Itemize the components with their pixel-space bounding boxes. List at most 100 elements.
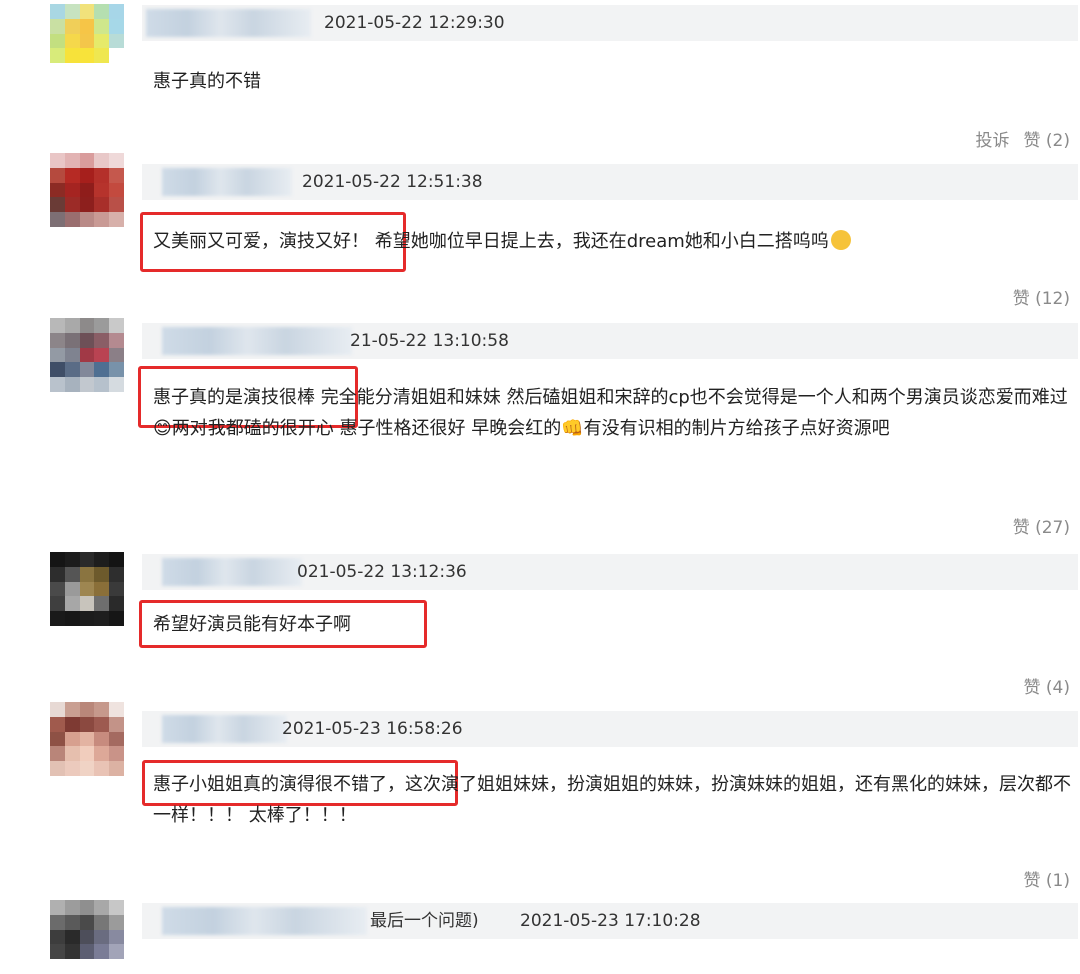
avatar-pixel xyxy=(50,48,65,64)
avatar[interactable] xyxy=(50,4,124,78)
avatar-pixel xyxy=(64,731,80,747)
comment-text: 又美丽又可爱，演技又好！ 希望她咖位早日提上去，我还在dream她和小白二搭呜呜 xyxy=(153,226,1073,257)
like-button[interactable]: 赞 (27) xyxy=(1013,518,1070,538)
avatar-pixel xyxy=(94,959,110,974)
comment-text: 希望好演员能有好本子啊 xyxy=(153,609,1073,640)
avatar-pixel xyxy=(109,929,124,945)
avatar-pixel xyxy=(109,731,124,747)
username-blurred[interactable] xyxy=(162,907,367,935)
avatar-pixel xyxy=(109,900,124,915)
like-button[interactable]: 赞 (2) xyxy=(1024,131,1070,151)
avatar-pixel xyxy=(64,611,80,626)
comment-text-body: 希望她咖位早日提上去，我还在dream她和小白二搭呜呜 xyxy=(374,231,829,252)
comment-text: 惠子真的不错 xyxy=(153,66,1073,97)
avatar-pixel xyxy=(50,153,65,168)
avatar-pixel xyxy=(79,552,95,567)
avatar-pixel xyxy=(94,18,110,34)
avatar-pixel xyxy=(64,716,80,732)
avatar-pixel xyxy=(50,959,65,974)
comment-actions: 赞 (4) xyxy=(1024,673,1070,698)
avatar-pixel xyxy=(64,596,80,612)
avatar-pixel xyxy=(79,900,95,915)
crying-emoji-icon xyxy=(830,230,851,250)
comment-text-highlight: 又美丽又可爱，演技又好！ xyxy=(153,231,369,252)
comment-time: 2021-05-23 17:10:28 xyxy=(520,911,701,931)
avatar-pixel xyxy=(64,33,80,49)
avatar-pixel xyxy=(79,761,95,776)
username-blurred[interactable] xyxy=(146,9,311,37)
avatar-pixel xyxy=(50,167,65,183)
avatar-pixel xyxy=(79,167,95,183)
comment-meta: 2021-05-23 16:58:26 xyxy=(142,711,1078,747)
avatar-pixel xyxy=(94,182,110,198)
avatar[interactable] xyxy=(50,900,124,974)
comment-actions: 赞 (12) xyxy=(1013,284,1070,309)
comment-text-highlight: 惠子小姐姐真的演得很不错了， xyxy=(153,774,405,795)
comment-text-highlight: 希望好演员能有好本子啊 xyxy=(153,614,351,635)
avatar-pixel xyxy=(64,182,80,198)
avatar-pixel xyxy=(64,581,80,597)
avatar[interactable] xyxy=(50,702,124,776)
avatar-pixel xyxy=(109,4,124,19)
avatar-pixel xyxy=(94,63,110,78)
username-blurred[interactable] xyxy=(162,558,302,586)
avatar-pixel xyxy=(79,914,95,930)
avatar-pixel xyxy=(64,18,80,34)
avatar-pixel xyxy=(109,167,124,183)
avatar-pixel xyxy=(50,18,65,34)
avatar-pixel xyxy=(94,153,110,168)
avatar-pixel xyxy=(79,48,95,64)
avatar-pixel xyxy=(79,33,95,49)
username-blurred[interactable] xyxy=(162,168,292,196)
avatar-pixel xyxy=(109,596,124,612)
like-button[interactable]: 赞 (4) xyxy=(1024,678,1070,698)
avatar-pixel xyxy=(94,48,110,64)
avatar-pixel xyxy=(79,944,95,960)
avatar-pixel xyxy=(50,929,65,945)
avatar-pixel xyxy=(79,4,95,19)
avatar-pixel xyxy=(64,944,80,960)
username-blurred[interactable] xyxy=(162,715,287,743)
avatar-pixel xyxy=(50,377,65,392)
avatar-pixel xyxy=(50,318,65,333)
avatar-pixel xyxy=(64,332,80,348)
avatar-pixel xyxy=(50,33,65,49)
avatar-pixel xyxy=(50,900,65,915)
avatar-pixel xyxy=(79,63,95,78)
comment-time: 021-05-22 13:12:36 xyxy=(297,562,467,582)
avatar-pixel xyxy=(50,63,65,78)
avatar-pixel xyxy=(94,212,110,227)
comment-meta: 21-05-22 13:10:58 xyxy=(142,323,1078,359)
avatar-pixel xyxy=(109,63,124,78)
avatar-pixel xyxy=(109,48,124,64)
avatar-pixel xyxy=(79,347,95,363)
avatar-pixel xyxy=(94,716,110,732)
username-blurred[interactable] xyxy=(162,327,352,355)
avatar-pixel xyxy=(109,197,124,213)
avatar-pixel xyxy=(94,33,110,49)
comment-actions: 赞 (1) xyxy=(1024,866,1070,891)
like-button[interactable]: 赞 (12) xyxy=(1013,289,1070,309)
comment-meta: 021-05-22 13:12:36 xyxy=(142,554,1078,590)
like-button[interactable]: 赞 (1) xyxy=(1024,871,1070,891)
avatar-pixel xyxy=(64,167,80,183)
avatar[interactable] xyxy=(50,318,124,392)
avatar-pixel xyxy=(64,552,80,567)
comment-time: 2021-05-23 16:58:26 xyxy=(282,719,463,739)
avatar-pixel xyxy=(109,362,124,378)
comment-text: 惠子真的是演技很棒 完全能分清姐姐和妹妹 然后磕姐姐和宋辞的cp也不会觉得是一个… xyxy=(153,382,1073,444)
avatar-pixel xyxy=(94,900,110,915)
avatar-pixel xyxy=(79,18,95,34)
avatar-pixel xyxy=(94,944,110,960)
avatar-pixel xyxy=(79,929,95,945)
avatar-pixel xyxy=(109,377,124,392)
avatar-pixel xyxy=(79,702,95,717)
avatar-pixel xyxy=(94,566,110,582)
report-button[interactable]: 投诉 xyxy=(976,131,1010,151)
avatar-pixel xyxy=(94,167,110,183)
comment-meta: 2021-05-22 12:51:38 xyxy=(142,164,1078,200)
avatar[interactable] xyxy=(50,552,124,626)
avatar-pixel xyxy=(79,332,95,348)
avatar[interactable] xyxy=(50,153,124,227)
avatar-pixel xyxy=(109,552,124,567)
